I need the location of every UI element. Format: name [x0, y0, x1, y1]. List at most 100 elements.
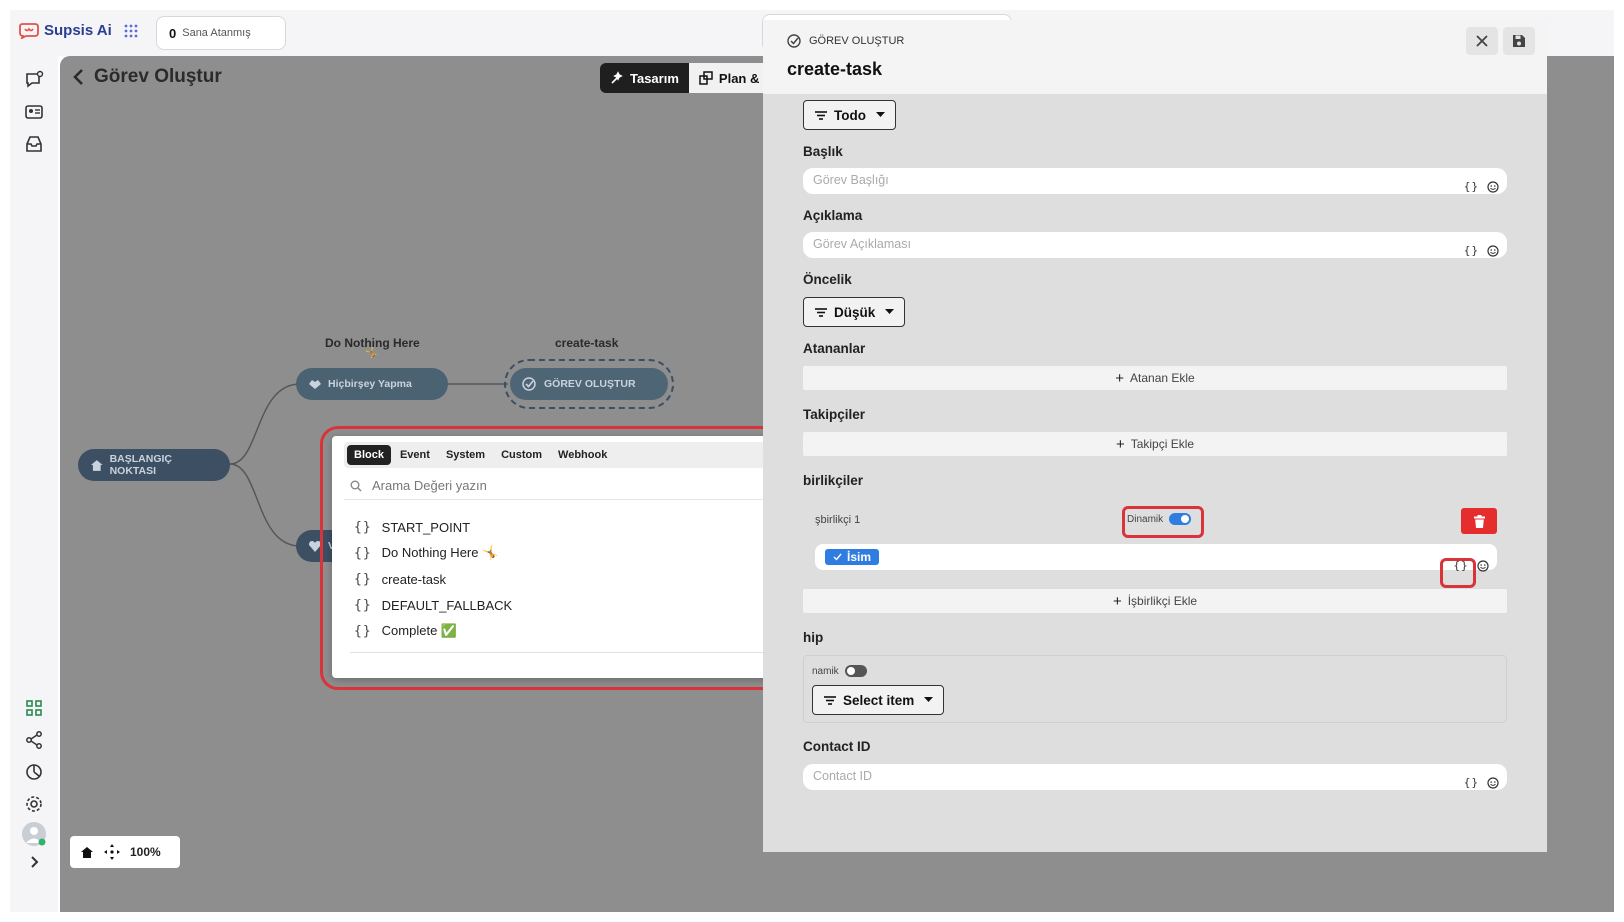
emoji-icon[interactable] — [1487, 244, 1499, 257]
status-value: Todo — [834, 107, 866, 123]
settings-gear-icon[interactable] — [24, 794, 44, 814]
dashboard-grid-icon[interactable] — [24, 698, 44, 718]
node-start-label: BAŞLANGIÇ NOKTASI — [109, 453, 172, 477]
app-name: Supsis Ai — [44, 22, 112, 39]
assigned-counter[interactable]: 0 Sana Atanmış — [156, 16, 286, 50]
field-tools: {} — [1464, 180, 1499, 193]
check-icon — [833, 553, 842, 561]
add-follower-button[interactable]: + Takipçi Ekle — [803, 432, 1507, 456]
contact-id-placeholder: Contact ID — [813, 769, 873, 783]
contact-id-input[interactable]: Contact ID {} — [803, 764, 1507, 790]
task-settings-panel: GÖREV OLUŞTUR create-task Todo Başlık Gö… — [763, 20, 1547, 852]
variable-chip-label: İsim — [847, 550, 872, 564]
save-button[interactable] — [1503, 27, 1535, 55]
chat-icon[interactable] — [24, 70, 44, 90]
description-input[interactable]: Görev Açıklaması {} — [803, 232, 1507, 258]
add-collaborator-label: İşbirlikçi Ekle — [1127, 594, 1198, 608]
collaborator-value-input[interactable]: İsim — [815, 544, 1497, 570]
reports-icon[interactable] — [24, 762, 44, 782]
title-label: Başlık — [803, 144, 843, 159]
highlight-dynamic-toggle — [1122, 506, 1204, 538]
save-icon — [1513, 35, 1525, 47]
add-assignee-button[interactable]: + Atanan Ekle — [803, 366, 1507, 390]
variable-braces-icon[interactable]: {} — [1464, 244, 1479, 257]
filter-icon — [815, 110, 827, 120]
acrobat-emoji-icon: 🤸 — [365, 348, 378, 359]
highlight-variable-button — [1440, 558, 1476, 588]
emoji-icon[interactable] — [1487, 180, 1499, 193]
home-icon — [90, 459, 103, 471]
owner-dynamic-toggle[interactable] — [844, 665, 867, 677]
caret-down-icon — [875, 112, 885, 117]
node-task-title: create-task — [555, 336, 619, 350]
node-do-nothing-label: Hiçbirşey Yapma — [328, 378, 412, 390]
panel-header: GÖREV OLUŞTUR create-task — [763, 20, 1547, 94]
left-rail — [10, 56, 58, 912]
title-placeholder: Görev Başlığı — [813, 173, 889, 187]
description-label: Açıklama — [803, 208, 863, 223]
panel-kicker-label: GÖREV OLUŞTUR — [809, 35, 905, 47]
plus-icon: + — [1115, 435, 1125, 453]
owner-dynamic-label: namik — [812, 665, 839, 677]
collaborators-label: birlikçiler — [803, 473, 864, 488]
app-logo[interactable]: Supsis Ai — [18, 22, 138, 39]
caret-down-icon — [924, 697, 934, 702]
handshake-icon — [309, 380, 321, 389]
priority-value: Düşük — [834, 304, 876, 320]
variable-chip[interactable]: İsim — [825, 549, 880, 565]
collaborator-item-label: şbirlikçi 1 — [815, 514, 861, 526]
panel-title: create-task — [787, 59, 883, 79]
node-start-point[interactable]: BAŞLANGIÇ NOKTASI — [78, 449, 230, 481]
fit-view-icon[interactable] — [104, 844, 120, 860]
node-create-task[interactable]: GÖREV OLUŞTUR — [510, 368, 668, 400]
expand-chevron-icon[interactable] — [24, 852, 44, 872]
variable-braces-icon[interactable]: {} — [1464, 180, 1479, 193]
assigned-count: 0 — [169, 25, 177, 41]
close-button[interactable] — [1466, 27, 1498, 55]
avatar[interactable] — [22, 822, 46, 846]
share-flow-icon[interactable] — [24, 730, 44, 750]
description-placeholder: Görev Açıklaması — [813, 237, 911, 251]
filter-icon — [815, 307, 827, 317]
variable-braces-icon[interactable]: {} — [1464, 776, 1479, 789]
contact-id-label: Contact ID — [803, 739, 871, 754]
caret-down-icon — [885, 309, 895, 314]
owner-card: namik Select item — [803, 655, 1507, 723]
filter-icon — [824, 695, 836, 705]
owner-select-value: Select item — [843, 692, 915, 708]
plus-icon: + — [1115, 369, 1125, 387]
status-dropdown[interactable]: Todo — [803, 100, 896, 130]
priority-label: Öncelik — [803, 272, 852, 287]
node-do-nothing[interactable]: Hiçbirşey Yapma — [296, 368, 448, 400]
task-check-icon — [787, 34, 801, 48]
emoji-button[interactable] — [1477, 560, 1489, 572]
apps-grid-icon[interactable] — [124, 24, 138, 38]
owner-label: hip — [803, 630, 824, 645]
emoji-icon — [1477, 560, 1489, 572]
priority-dropdown[interactable]: Düşük — [803, 297, 906, 327]
home-reset-icon[interactable] — [80, 846, 94, 859]
field-tools: {} — [1464, 244, 1499, 257]
zoom-controls: 100% — [70, 836, 180, 868]
delete-collaborator-button[interactable] — [1461, 508, 1497, 534]
add-assignee-label: Atanan Ekle — [1130, 371, 1195, 385]
field-tools: {} — [1464, 776, 1499, 789]
panel-kicker: GÖREV OLUŞTUR — [787, 34, 904, 48]
owner-select-dropdown[interactable]: Select item — [812, 685, 945, 715]
owner-dynamic-row: namik — [812, 665, 867, 677]
emoji-icon[interactable] — [1487, 776, 1499, 789]
plus-icon: + — [1112, 592, 1122, 610]
user-avatar-icon — [26, 827, 46, 846]
title-input[interactable]: Görev Başlığı {} — [803, 168, 1507, 194]
node-create-task-label: GÖREV OLUŞTUR — [544, 378, 636, 390]
task-check-icon — [522, 377, 536, 391]
close-icon — [1476, 35, 1488, 47]
contacts-icon[interactable] — [24, 102, 44, 122]
assignees-label: Atananlar — [803, 341, 866, 356]
inbox-icon[interactable] — [24, 134, 44, 154]
add-collaborator-button[interactable]: + İşbirlikçi Ekle — [803, 589, 1507, 613]
zoom-level: 100% — [130, 845, 161, 859]
logo-icon — [19, 22, 39, 39]
trash-icon — [1473, 514, 1485, 528]
followers-label: Takipçiler — [803, 407, 866, 422]
